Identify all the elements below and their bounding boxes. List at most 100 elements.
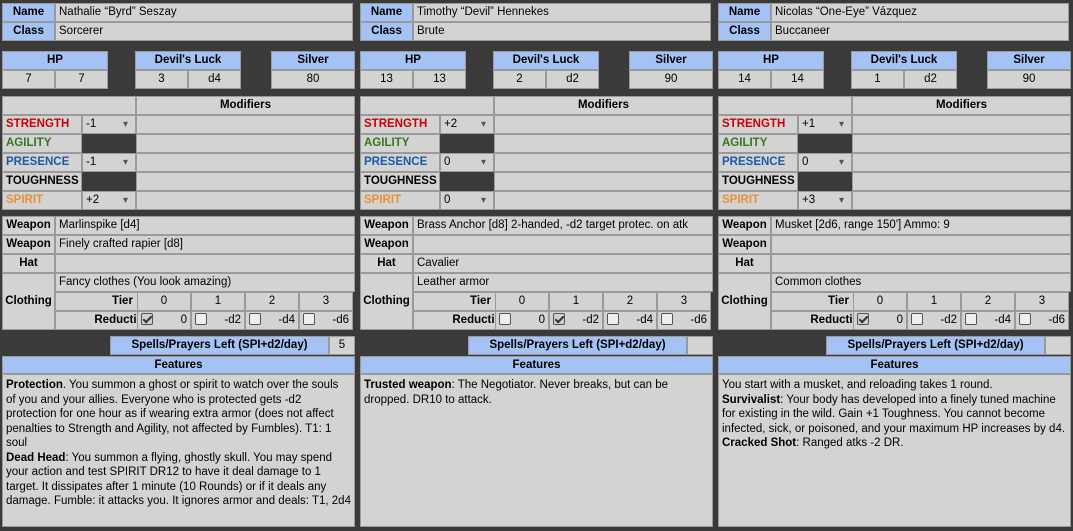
checkbox-icon[interactable] — [499, 313, 511, 325]
character-name[interactable]: Timothy “Devil” Hennekes — [413, 3, 711, 22]
reduction-value: -d6 — [690, 314, 707, 326]
stat-strength-modifier[interactable] — [136, 115, 355, 134]
stat-presence-modifier[interactable] — [136, 153, 355, 172]
checkbox-icon[interactable] — [607, 313, 619, 325]
stat-agility-dropdown[interactable]: -1 — [82, 153, 136, 172]
stat-strength-label: STRENGTH — [2, 115, 82, 134]
hp-max[interactable]: 13 — [413, 70, 466, 89]
spells-value[interactable] — [1045, 336, 1071, 355]
stat-agility-modifier[interactable] — [852, 134, 1071, 153]
modifiers-blank — [2, 96, 136, 115]
stat-strength-modifier[interactable] — [852, 115, 1071, 134]
reduction-option-3[interactable]: -d6 — [1015, 311, 1069, 330]
name-label: Name — [360, 3, 413, 22]
reduction-option-3[interactable]: -d6 — [657, 311, 711, 330]
reduction-option-3[interactable]: -d6 — [299, 311, 353, 330]
feature-name: Cracked Shot — [722, 437, 797, 449]
weapon-2[interactable] — [413, 235, 713, 254]
silver-value[interactable]: 80 — [271, 70, 355, 89]
feature-item: Survivalist: Your body has developed int… — [722, 393, 1067, 437]
hp-current[interactable]: 14 — [718, 70, 771, 89]
reduction-value: -d6 — [332, 314, 349, 326]
silver-value[interactable]: 90 — [987, 70, 1071, 89]
checkbox-icon[interactable] — [965, 313, 977, 325]
character-class[interactable]: Buccaneer — [771, 22, 1069, 41]
stat-toughness-modifier[interactable] — [136, 172, 355, 191]
clothing-value[interactable]: Fancy clothes (You look amazing) — [55, 273, 355, 292]
stat-toughness-modifier[interactable] — [852, 172, 1071, 191]
weapon-1[interactable]: Musket [2d6, range 150'] Ammo: 9 — [771, 216, 1071, 235]
stat-agility-label: AGILITY — [2, 134, 82, 153]
features-text[interactable]: You start with a musket, and reloading t… — [718, 374, 1071, 527]
hp-current[interactable]: 13 — [360, 70, 413, 89]
stat-agility-dropdown[interactable]: 0 — [798, 153, 852, 172]
weapon-2[interactable] — [771, 235, 1071, 254]
features-text[interactable]: Protection. You summon a ghost or spirit… — [2, 374, 355, 527]
stat-presence-dropdown[interactable]: +3 — [798, 191, 852, 210]
devils-luck-label: Devil's Luck — [135, 51, 241, 70]
stat-spirit-modifier[interactable] — [494, 191, 713, 210]
checkbox-icon[interactable] — [553, 313, 565, 325]
hat-value[interactable]: Cavalier — [413, 254, 713, 273]
clothing-value[interactable]: Common clothes — [771, 273, 1071, 292]
character-class[interactable]: Sorcerer — [55, 22, 353, 41]
stat-strength-dropdown[interactable]: -1 — [82, 115, 136, 134]
checkbox-icon[interactable] — [141, 313, 153, 325]
luck-value[interactable]: 2 — [493, 70, 546, 89]
reduction-option-2[interactable]: -d4 — [603, 311, 657, 330]
stat-agility-modifier[interactable] — [494, 134, 713, 153]
stat-presence-dropdown[interactable]: 0 — [440, 191, 494, 210]
weapon-2[interactable]: Finely crafted rapier [d8] — [55, 235, 355, 254]
reduction-option-2[interactable]: -d4 — [961, 311, 1015, 330]
reduction-option-1[interactable]: -d2 — [907, 311, 961, 330]
weapon-1[interactable]: Marlinspike [d4] — [55, 216, 355, 235]
character-name[interactable]: Nathalie “Byrd” Seszay — [55, 3, 353, 22]
luck-die[interactable]: d4 — [188, 70, 241, 89]
weapon-1[interactable]: Brass Anchor [d8] 2-handed, -d2 target p… — [413, 216, 713, 235]
hp-max[interactable]: 7 — [55, 70, 108, 89]
hat-value[interactable] — [55, 254, 355, 273]
reduction-option-0[interactable]: 0 — [495, 311, 549, 330]
luck-value[interactable]: 3 — [135, 70, 188, 89]
reduction-option-0[interactable]: 0 — [137, 311, 191, 330]
reduction-option-2[interactable]: -d4 — [245, 311, 299, 330]
spells-value[interactable]: 5 — [329, 336, 355, 355]
checkbox-icon[interactable] — [1019, 313, 1031, 325]
stat-presence-modifier[interactable] — [494, 153, 713, 172]
checkbox-icon[interactable] — [911, 313, 923, 325]
checkbox-icon[interactable] — [857, 313, 869, 325]
tier-2: 2 — [245, 292, 299, 311]
stat-toughness-modifier[interactable] — [494, 172, 713, 191]
spells-value[interactable] — [687, 336, 713, 355]
luck-die[interactable]: d2 — [546, 70, 599, 89]
stat-strength-dropdown[interactable]: +2 — [440, 115, 494, 134]
character-class[interactable]: Brute — [413, 22, 711, 41]
character-name[interactable]: Nicolas “One-Eye” Vázquez — [771, 3, 1069, 22]
stat-strength-dropdown[interactable]: +1 — [798, 115, 852, 134]
checkbox-icon[interactable] — [661, 313, 673, 325]
checkbox-icon[interactable] — [195, 313, 207, 325]
hp-current[interactable]: 7 — [2, 70, 55, 89]
luck-die[interactable]: d2 — [904, 70, 957, 89]
stat-agility-dropdown[interactable]: 0 — [440, 153, 494, 172]
reduction-value: -d6 — [1048, 314, 1065, 326]
luck-value[interactable]: 1 — [851, 70, 904, 89]
hp-max[interactable]: 14 — [771, 70, 824, 89]
reduction-option-1[interactable]: -d2 — [549, 311, 603, 330]
reduction-option-1[interactable]: -d2 — [191, 311, 245, 330]
stat-presence-modifier[interactable] — [852, 153, 1071, 172]
stat-strength-modifier[interactable] — [494, 115, 713, 134]
stat-strength-label: STRENGTH — [360, 115, 440, 134]
checkbox-icon[interactable] — [303, 313, 315, 325]
stat-agility-modifier[interactable] — [136, 134, 355, 153]
features-text[interactable]: Trusted weapon: The Negotiator. Never br… — [360, 374, 713, 527]
checkbox-icon[interactable] — [249, 313, 261, 325]
silver-value[interactable]: 90 — [629, 70, 713, 89]
stat-spirit-modifier[interactable] — [852, 191, 1071, 210]
hat-value[interactable] — [771, 254, 1071, 273]
tier-0: 0 — [853, 292, 907, 311]
stat-spirit-modifier[interactable] — [136, 191, 355, 210]
clothing-value[interactable]: Leather armor — [413, 273, 713, 292]
stat-presence-dropdown[interactable]: +2 — [82, 191, 136, 210]
reduction-option-0[interactable]: 0 — [853, 311, 907, 330]
